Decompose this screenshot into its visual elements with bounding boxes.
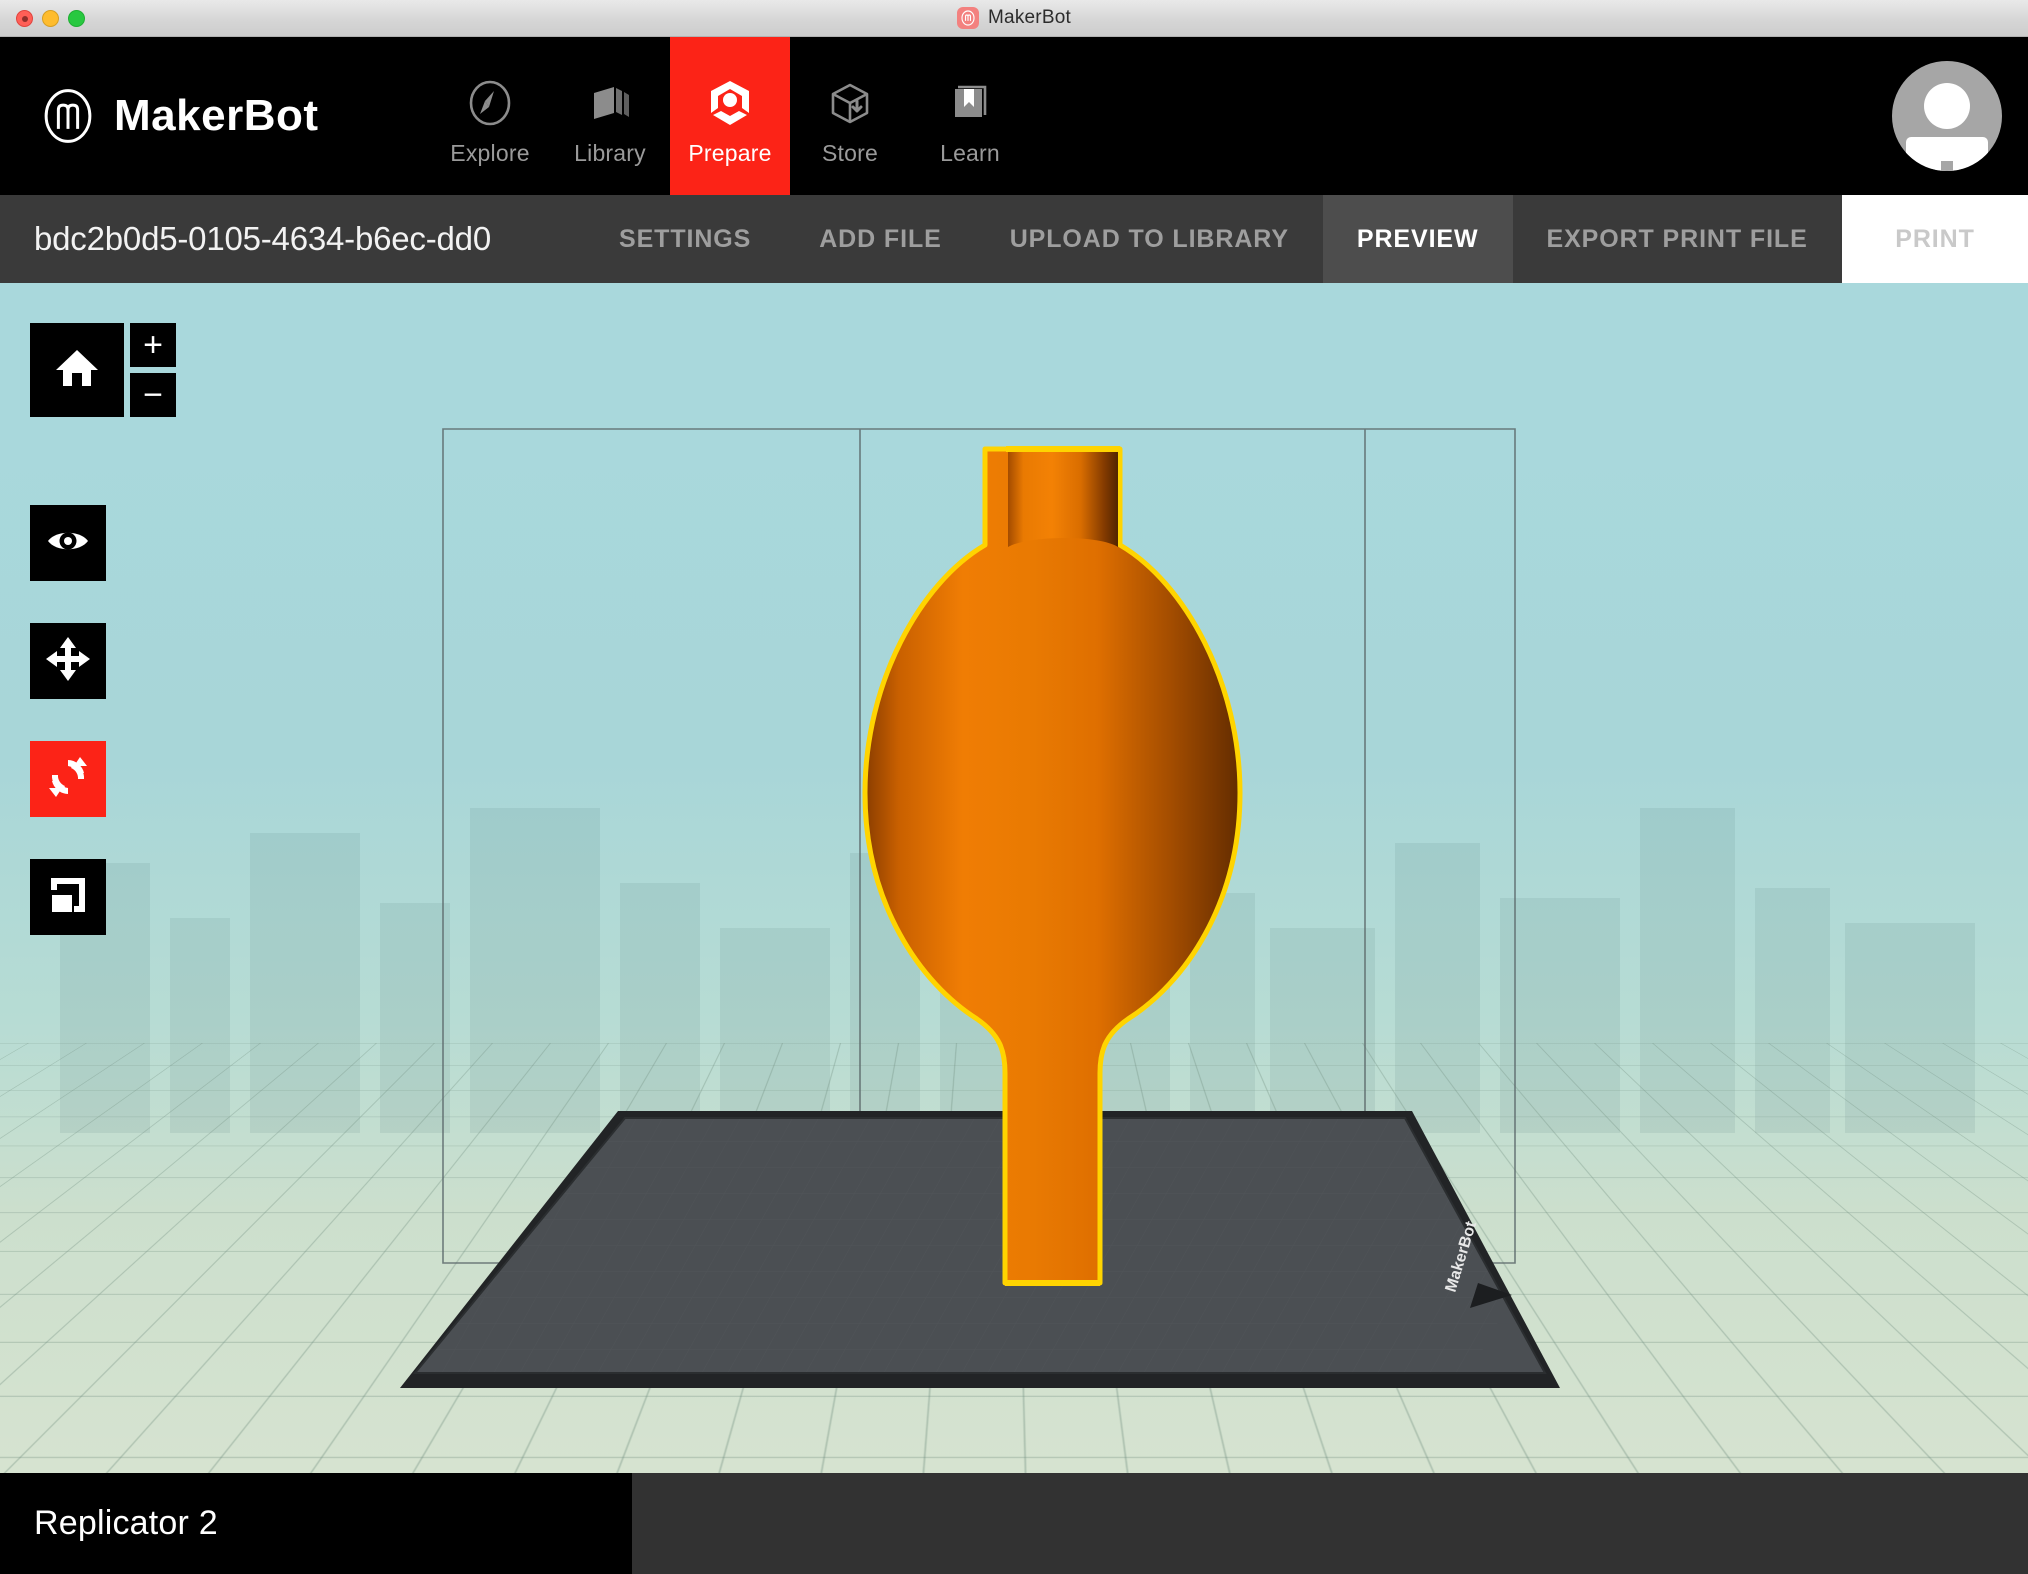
account-menu[interactable] — [1892, 61, 2002, 171]
zoom-in-button[interactable]: + — [130, 323, 176, 367]
nav-label-library: Library — [574, 140, 646, 166]
add-file-button[interactable]: ADD FILE — [785, 195, 975, 283]
home-view-button[interactable] — [30, 323, 124, 417]
compass-icon — [464, 71, 516, 129]
main-navbar: MakerBot Explore Library Prepare Store L… — [0, 37, 2028, 195]
book-bookmark-icon — [944, 71, 996, 129]
nav-label-store: Store — [822, 140, 878, 166]
makerbot-app-window: MakerBot MakerBot Explore Library Prepar… — [0, 0, 2028, 1574]
nav-item-library[interactable]: Library — [550, 37, 670, 195]
project-filename[interactable]: bdc2b0d5-0105-4634-b6ec-dd0 — [0, 195, 585, 283]
scale-squares-icon — [44, 871, 92, 924]
nav-item-prepare[interactable]: Prepare — [670, 37, 790, 195]
nav-item-explore[interactable]: Explore — [430, 37, 550, 195]
zoom-controls-group: + − — [130, 323, 176, 417]
home-icon — [51, 342, 103, 399]
manipulation-tools-group — [30, 505, 180, 935]
rotate-icon — [44, 753, 92, 806]
nav-label-explore: Explore — [450, 140, 530, 166]
export-print-file-button[interactable]: EXPORT PRINT FILE — [1513, 195, 1842, 283]
window-title-group: MakerBot — [957, 7, 1071, 29]
move-arrows-icon — [44, 635, 92, 688]
prepare-hex-icon — [703, 71, 757, 129]
makerbot-wordmark: MakerBot — [114, 91, 319, 140]
upload-to-library-button[interactable]: UPLOAD TO LIBRARY — [976, 195, 1323, 283]
viewport-toolbar: + − — [30, 323, 180, 935]
makerbot-logo-icon — [957, 7, 980, 29]
settings-button[interactable]: SETTINGS — [585, 195, 785, 283]
window-traffic-lights — [16, 10, 85, 27]
window-title: MakerBot — [988, 7, 1071, 28]
window-titlebar: MakerBot — [0, 0, 2028, 37]
user-avatar-icon — [1892, 61, 2002, 171]
model-object-vase[interactable] — [0, 283, 2028, 1473]
view-controls-group: + − — [30, 323, 180, 417]
makerbot-m-logo — [44, 89, 92, 143]
minimize-window-button[interactable] — [42, 10, 59, 27]
brand-logo[interactable]: MakerBot — [0, 37, 430, 195]
printer-status-panel[interactable]: Replicator 2 — [0, 1473, 632, 1574]
vase-body — [862, 446, 1243, 1286]
status-bar: Replicator 2 — [0, 1473, 2028, 1574]
maximize-window-button[interactable] — [68, 10, 85, 27]
layers-icon — [584, 71, 636, 129]
3d-viewport[interactable]: MakerBot + − — [0, 283, 2028, 1473]
navbar-items: Explore Library Prepare Store Learn — [430, 37, 1030, 195]
scale-tool-button[interactable] — [30, 859, 106, 935]
project-actionbar: bdc2b0d5-0105-4634-b6ec-dd0 SETTINGS ADD… — [0, 195, 2028, 283]
view-tool-button[interactable] — [30, 505, 106, 581]
rotate-tool-button[interactable] — [30, 741, 106, 817]
move-tool-button[interactable] — [30, 623, 106, 699]
nav-item-store[interactable]: Store — [790, 37, 910, 195]
cube-box-icon — [824, 71, 876, 129]
printer-name: Replicator 2 — [34, 1504, 218, 1542]
eye-icon — [44, 517, 92, 570]
nav-label-learn: Learn — [940, 140, 1000, 166]
nav-item-learn[interactable]: Learn — [910, 37, 1030, 195]
preview-button[interactable]: PREVIEW — [1322, 195, 1513, 283]
vase-neck-shade — [1008, 451, 1118, 547]
zoom-out-button[interactable]: − — [130, 373, 176, 417]
svg-text:MakerBot: MakerBot — [114, 91, 319, 140]
nav-label-prepare: Prepare — [688, 140, 772, 166]
close-window-button[interactable] — [16, 10, 33, 27]
print-button[interactable]: PRINT — [1842, 195, 2028, 283]
